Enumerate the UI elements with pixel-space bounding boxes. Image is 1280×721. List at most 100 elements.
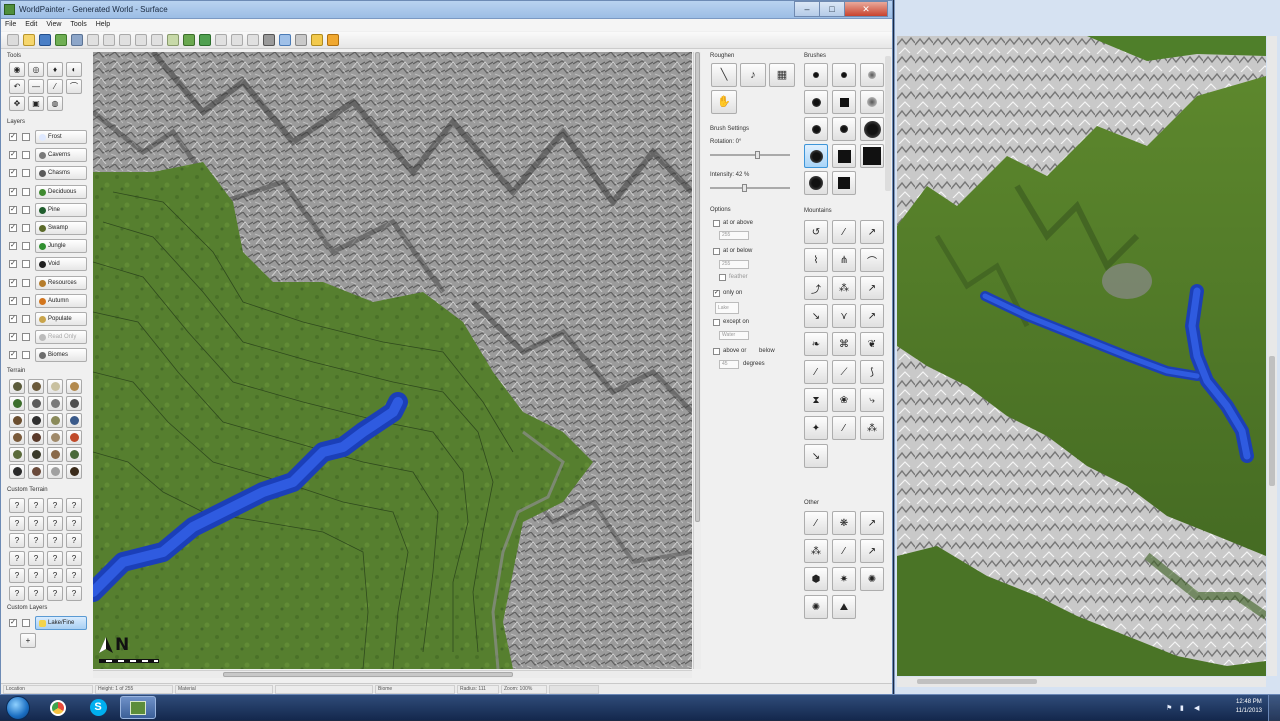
terrain-swatch-icon[interactable] bbox=[28, 430, 44, 445]
start-button[interactable] bbox=[6, 696, 30, 720]
terrain-swatch-icon[interactable] bbox=[66, 413, 82, 428]
other-brush-icon[interactable]: ✺ bbox=[860, 567, 884, 591]
tool-smooth-icon[interactable]: ↶ bbox=[9, 79, 25, 94]
terrain-swatch-icon[interactable] bbox=[28, 413, 44, 428]
other-brush-icon[interactable]: ↗ bbox=[860, 539, 884, 563]
custom-terrain-slot[interactable]: ? bbox=[28, 568, 44, 583]
layer-button[interactable]: Chasms bbox=[35, 166, 87, 181]
terrain-swatch-icon[interactable] bbox=[66, 379, 82, 394]
mountain-brush-icon[interactable]: ⌘ bbox=[832, 332, 856, 356]
layer-visible-checkbox[interactable]: ✓ bbox=[9, 296, 17, 305]
mountain-brush-icon[interactable]: ⤷ bbox=[860, 388, 884, 412]
tool-texture-brush-icon[interactable]: ▦ bbox=[769, 63, 795, 87]
custom-terrain-slot[interactable]: ? bbox=[66, 550, 82, 566]
taskbar-clock[interactable]: 12:48 PM 11/1/2013 bbox=[1236, 698, 1262, 716]
layer-visible-checkbox[interactable]: ✓ bbox=[9, 151, 17, 160]
open-folder-icon[interactable] bbox=[23, 34, 35, 46]
custom-terrain-slot[interactable]: ? bbox=[47, 498, 63, 513]
custom-terrain-slot[interactable]: ? bbox=[9, 533, 25, 548]
layer-solo-checkbox[interactable] bbox=[22, 351, 30, 360]
tool-erode-icon[interactable]: ♪ bbox=[740, 63, 766, 87]
tray-network-icon[interactable]: ▮ bbox=[1180, 704, 1189, 712]
layer-visible-checkbox[interactable]: ✓ bbox=[9, 187, 17, 196]
mountain-brush-icon[interactable]: ⧗ bbox=[804, 388, 828, 412]
custom-terrain-slot[interactable]: ? bbox=[28, 498, 44, 513]
custom-terrain-slot[interactable]: ? bbox=[66, 568, 82, 583]
title-bar[interactable]: WorldPainter - Generated World - Surface… bbox=[1, 1, 892, 19]
custom-terrain-slot[interactable]: ? bbox=[47, 585, 63, 601]
option-feather-checkbox[interactable] bbox=[719, 274, 726, 281]
view-3d-horizontal-scroll-thumb[interactable] bbox=[917, 679, 1037, 684]
layer-visible-checkbox[interactable]: ✓ bbox=[9, 351, 17, 360]
layer-solo-checkbox[interactable] bbox=[22, 224, 30, 232]
layer-solo-checkbox[interactable] bbox=[22, 278, 30, 287]
tool-sponge-icon[interactable]: ◐ bbox=[66, 62, 82, 77]
terrain-swatch-icon[interactable] bbox=[66, 464, 82, 479]
layer-button[interactable]: Frost bbox=[35, 130, 87, 144]
mountain-brush-icon[interactable]: ⤴ bbox=[804, 276, 828, 300]
brush-shape-button[interactable] bbox=[832, 63, 856, 87]
mountain-brush-icon[interactable]: ⌒ bbox=[860, 248, 884, 272]
layer-button[interactable]: Biomes bbox=[35, 348, 87, 363]
layer-solo-checkbox[interactable] bbox=[22, 169, 30, 178]
brush-shape-button[interactable] bbox=[860, 90, 884, 114]
taskbar-chrome-button[interactable] bbox=[40, 696, 76, 719]
option-below-checkbox[interactable] bbox=[713, 248, 720, 255]
height-view-icon[interactable] bbox=[295, 34, 307, 46]
menu-tools[interactable]: Tools bbox=[66, 19, 91, 31]
layer-button[interactable]: Autumn bbox=[35, 293, 87, 308]
undo-icon[interactable] bbox=[87, 34, 99, 46]
layer-solo-checkbox[interactable] bbox=[22, 333, 30, 342]
menu-help[interactable]: Help bbox=[92, 19, 115, 31]
tool-roughen-icon[interactable]: ╲ bbox=[711, 63, 737, 87]
view-3d-vertical-scrollbar[interactable] bbox=[1267, 36, 1277, 676]
rotation-slider[interactable] bbox=[710, 151, 790, 159]
tool-move-icon[interactable]: ✥ bbox=[9, 96, 25, 111]
overlay-icon[interactable] bbox=[247, 34, 259, 46]
layer-visible-checkbox[interactable]: ✓ bbox=[9, 224, 17, 232]
save-icon[interactable] bbox=[39, 34, 51, 46]
layer-button[interactable]: Read Only bbox=[35, 330, 87, 345]
rotation-slider-knob[interactable] bbox=[755, 151, 760, 159]
add-layer-button[interactable]: + bbox=[20, 633, 36, 648]
brush-panel-scrollbar[interactable] bbox=[885, 56, 891, 191]
taskbar-worldpainter-button[interactable] bbox=[120, 696, 156, 719]
tool-hand-icon[interactable]: ✋ bbox=[711, 90, 737, 114]
option-below-spinner[interactable]: 255 bbox=[719, 260, 749, 269]
mountain-brush-icon[interactable]: ⁄ bbox=[832, 220, 856, 244]
mountain-brush-icon[interactable]: ↘ bbox=[804, 304, 828, 328]
layer-visible-checkbox[interactable]: ✓ bbox=[9, 333, 17, 342]
custom-terrain-slot[interactable]: ? bbox=[66, 533, 82, 548]
custom-terrain-slot[interactable]: ? bbox=[66, 585, 82, 601]
terrain-swatch-icon[interactable] bbox=[47, 464, 63, 479]
option-slope-checkbox[interactable] bbox=[713, 348, 720, 355]
custom-layer-solo-checkbox[interactable] bbox=[22, 619, 30, 627]
layer-visible-checkbox[interactable]: ✓ bbox=[9, 260, 17, 269]
show-desktop-button[interactable] bbox=[1268, 695, 1280, 721]
redo-icon[interactable] bbox=[103, 34, 115, 46]
layer-button[interactable]: Resources bbox=[35, 275, 87, 290]
terrain-swatch-icon[interactable] bbox=[66, 396, 82, 411]
custom-terrain-slot[interactable]: ? bbox=[66, 515, 82, 531]
custom-terrain-slot[interactable]: ? bbox=[47, 515, 63, 531]
tool-fill-icon[interactable]: ▣ bbox=[28, 96, 44, 111]
custom-terrain-slot[interactable]: ? bbox=[47, 550, 63, 566]
terrain-swatch-icon[interactable] bbox=[28, 447, 44, 462]
custom-terrain-slot[interactable]: ? bbox=[28, 533, 44, 548]
tool-flatten-icon[interactable]: — bbox=[28, 79, 44, 94]
custom-terrain-slot[interactable]: ? bbox=[9, 585, 25, 601]
menu-edit[interactable]: Edit bbox=[21, 19, 42, 31]
terrain-swatch-icon[interactable] bbox=[9, 464, 25, 479]
mountain-brush-icon[interactable]: ⟋ bbox=[832, 360, 856, 384]
tray-flag-icon[interactable]: ⚑ bbox=[1166, 704, 1175, 712]
other-brush-icon[interactable]: ⬢ bbox=[804, 567, 828, 591]
tool-raise-icon[interactable]: ◉ bbox=[9, 62, 25, 77]
light-icon[interactable] bbox=[311, 34, 323, 46]
terrain-swatch-icon[interactable] bbox=[47, 379, 63, 394]
terrain-swatch-icon[interactable] bbox=[47, 396, 63, 411]
brush-shape-button[interactable] bbox=[804, 90, 828, 114]
other-brush-icon[interactable]: ⁄ bbox=[804, 511, 828, 535]
option-only-on-select[interactable]: Lake bbox=[715, 302, 739, 314]
brush-shape-button[interactable] bbox=[860, 117, 884, 141]
brush-shape-button[interactable] bbox=[804, 117, 828, 141]
